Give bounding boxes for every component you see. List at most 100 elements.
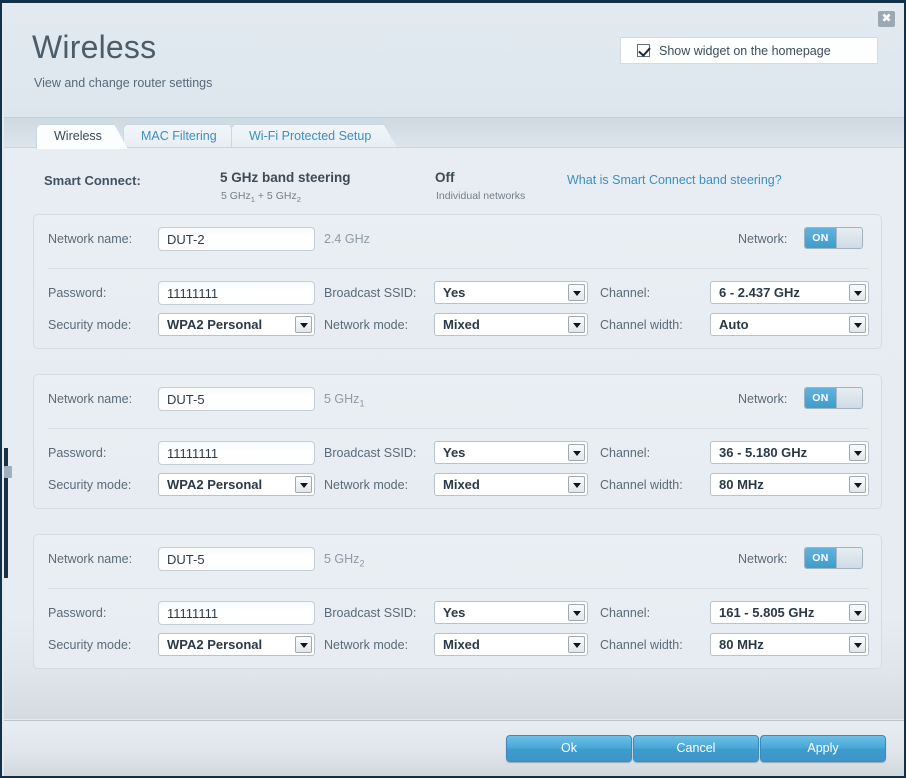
channel-width-select[interactable]: 80 MHz	[710, 473, 869, 496]
page-subtitle: View and change router settings	[34, 76, 213, 90]
broadcast-ssid-label: Broadcast SSID:	[324, 286, 417, 300]
window-header: Wireless View and change router settings…	[4, 5, 904, 118]
chevron-down-icon	[849, 316, 866, 333]
show-widget-panel: Show widget on the homepage	[620, 37, 878, 64]
network-mode-select[interactable]: Mixed	[434, 633, 588, 656]
smart-connect-label: Smart Connect:	[44, 173, 141, 188]
off-subtitle: Individual networks	[436, 190, 526, 202]
dialog-footer: Ok Cancel Apply	[4, 720, 904, 776]
channel-select[interactable]: 161 - 5.805 GHz	[710, 601, 869, 624]
broadcast-ssid-value: Yes	[443, 605, 466, 620]
network-mode-label: Network mode:	[324, 638, 409, 652]
broadcast-ssid-label: Broadcast SSID:	[324, 606, 417, 620]
network-mode-value: Mixed	[443, 637, 480, 652]
ok-button[interactable]: Ok	[506, 735, 632, 762]
broadcast-ssid-value: Yes	[443, 445, 466, 460]
network-name-input[interactable]	[158, 387, 315, 411]
close-icon[interactable]: ✖	[878, 11, 895, 27]
security-mode-select[interactable]: WPA2 Personal	[158, 473, 315, 496]
network-name-label: Network name:	[48, 392, 133, 406]
channel-label: Channel:	[600, 286, 651, 300]
network-toggle[interactable]: ON	[804, 547, 863, 569]
broadcast-ssid-select[interactable]: Yes	[434, 441, 588, 464]
chevron-down-icon	[849, 284, 866, 301]
tab-mac-filtering[interactable]: MAC Filtering	[123, 124, 243, 148]
channel-select[interactable]: 36 - 5.180 GHz	[710, 441, 869, 464]
channel-width-value: 80 MHz	[719, 477, 764, 492]
chevron-down-icon	[568, 444, 585, 461]
channel-value: 161 - 5.805 GHz	[719, 605, 815, 620]
channel-width-select[interactable]: Auto	[710, 313, 869, 336]
broadcast-ssid-select[interactable]: Yes	[434, 281, 588, 304]
network-mode-value: Mixed	[443, 317, 480, 332]
channel-label: Channel:	[600, 606, 651, 620]
toggle-on-text: ON	[805, 228, 836, 248]
tab-wifi-protected-setup[interactable]: Wi-Fi Protected Setup	[231, 124, 397, 148]
chevron-down-icon	[849, 444, 866, 461]
channel-width-label: Channel width:	[600, 638, 683, 652]
chevron-down-icon	[849, 636, 866, 653]
show-widget-label: Show widget on the homepage	[659, 43, 831, 58]
network-toggle-label: Network:	[738, 232, 788, 246]
network-mode-select[interactable]: Mixed	[434, 313, 588, 336]
band-label: 5 GHz1	[324, 392, 365, 409]
content-panel: Smart Connect: 5 GHz band steering 5 GHz…	[4, 147, 904, 719]
scrollbar-thumb[interactable]	[4, 466, 12, 478]
chevron-down-icon	[849, 604, 866, 621]
security-mode-label: Security mode:	[48, 638, 132, 652]
chevron-down-icon	[568, 284, 585, 301]
chevron-down-icon	[295, 636, 312, 653]
network-name-input[interactable]	[158, 547, 315, 571]
show-widget-checkbox[interactable]	[637, 44, 650, 57]
cancel-button[interactable]: Cancel	[633, 735, 759, 762]
network-card: Network name: 2.4 GHz Network: ON Passwo…	[33, 214, 882, 349]
band-steering-title: 5 GHz band steering	[220, 170, 351, 185]
network-mode-select[interactable]: Mixed	[434, 473, 588, 496]
password-input[interactable]	[158, 441, 315, 465]
card-divider	[48, 588, 869, 589]
network-name-input[interactable]	[158, 227, 315, 251]
off-title: Off	[435, 170, 455, 185]
password-label: Password:	[48, 446, 107, 460]
broadcast-ssid-label: Broadcast SSID:	[324, 446, 417, 460]
network-toggle[interactable]: ON	[804, 227, 863, 249]
security-mode-select[interactable]: WPA2 Personal	[158, 313, 315, 336]
toggle-knob	[836, 388, 862, 408]
chevron-down-icon	[295, 316, 312, 333]
chevron-down-icon	[568, 636, 585, 653]
security-mode-select[interactable]: WPA2 Personal	[158, 633, 315, 656]
wireless-settings-window: Wireless View and change router settings…	[0, 0, 906, 778]
chevron-down-icon	[568, 604, 585, 621]
toggle-on-text: ON	[805, 388, 836, 408]
channel-width-value: 80 MHz	[719, 637, 764, 652]
tab-bar: Wireless MAC Filtering Wi-Fi Protected S…	[4, 118, 904, 148]
toggle-knob	[836, 548, 862, 568]
channel-width-value: Auto	[719, 317, 749, 332]
password-input[interactable]	[158, 281, 315, 305]
channel-value: 36 - 5.180 GHz	[719, 445, 808, 460]
page-title: Wireless	[32, 29, 157, 65]
chevron-down-icon	[849, 476, 866, 493]
network-toggle[interactable]: ON	[804, 387, 863, 409]
channel-width-select[interactable]: 80 MHz	[710, 633, 869, 656]
band-label: 2.4 GHz	[324, 232, 370, 246]
tab-wireless[interactable]: Wireless	[36, 124, 128, 149]
channel-label: Channel:	[600, 446, 651, 460]
channel-select[interactable]: 6 - 2.437 GHz	[710, 281, 869, 304]
smart-connect-row: Smart Connect: 5 GHz band steering 5 GHz…	[4, 162, 904, 341]
smart-connect-help-link[interactable]: What is Smart Connect band steering?	[567, 173, 782, 187]
password-input[interactable]	[158, 601, 315, 625]
security-mode-value: WPA2 Personal	[167, 317, 263, 332]
card-divider	[48, 428, 869, 429]
card-divider	[48, 268, 869, 269]
network-card: Network name: 5 GHz1 Network: ON Passwor…	[33, 374, 882, 509]
security-mode-label: Security mode:	[48, 318, 132, 332]
apply-button[interactable]: Apply	[760, 735, 886, 762]
network-toggle-label: Network:	[738, 552, 788, 566]
band-steering-subtitle: 5 GHz1 + 5 GHz2	[221, 190, 301, 205]
chevron-down-icon	[568, 316, 585, 333]
security-mode-value: WPA2 Personal	[167, 477, 263, 492]
broadcast-ssid-select[interactable]: Yes	[434, 601, 588, 624]
password-label: Password:	[48, 606, 107, 620]
network-card: Network name: 5 GHz2 Network: ON Passwor…	[33, 534, 882, 669]
